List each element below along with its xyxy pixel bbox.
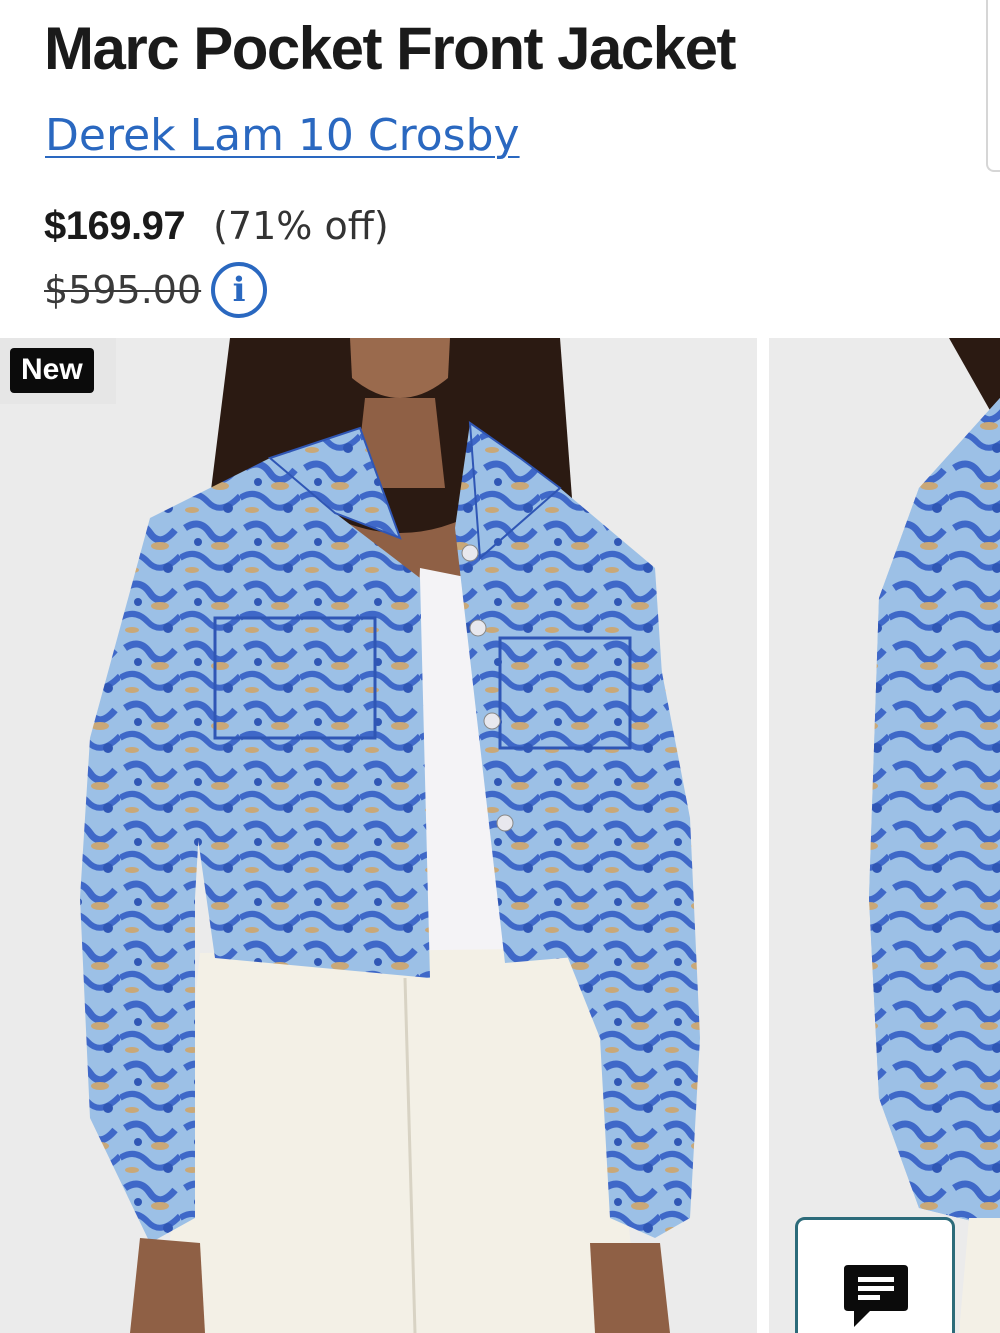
image-carousel[interactable]: New <box>0 338 1000 1333</box>
price-row: $169.97 (71% off) <box>44 204 389 249</box>
discount-percent: (71% off) <box>213 204 389 248</box>
chat-icon[interactable] <box>842 1263 910 1329</box>
original-price-row: $595.00 i <box>44 262 268 318</box>
product-image-secondary[interactable] <box>769 338 1000 1333</box>
product-title: Marc Pocket Front Jacket <box>44 15 736 82</box>
product-image-main[interactable]: New <box>0 338 757 1333</box>
info-icon[interactable]: i <box>211 262 268 318</box>
brand-link[interactable]: Derek Lam 10 Crosby <box>45 110 520 161</box>
original-price: $595.00 <box>44 268 202 312</box>
product-page: Marc Pocket Front Jacket Derek Lam 10 Cr… <box>0 0 1000 1333</box>
scroll-edge <box>986 0 1000 172</box>
sale-price: $169.97 <box>44 204 186 248</box>
new-badge: New <box>10 348 94 393</box>
